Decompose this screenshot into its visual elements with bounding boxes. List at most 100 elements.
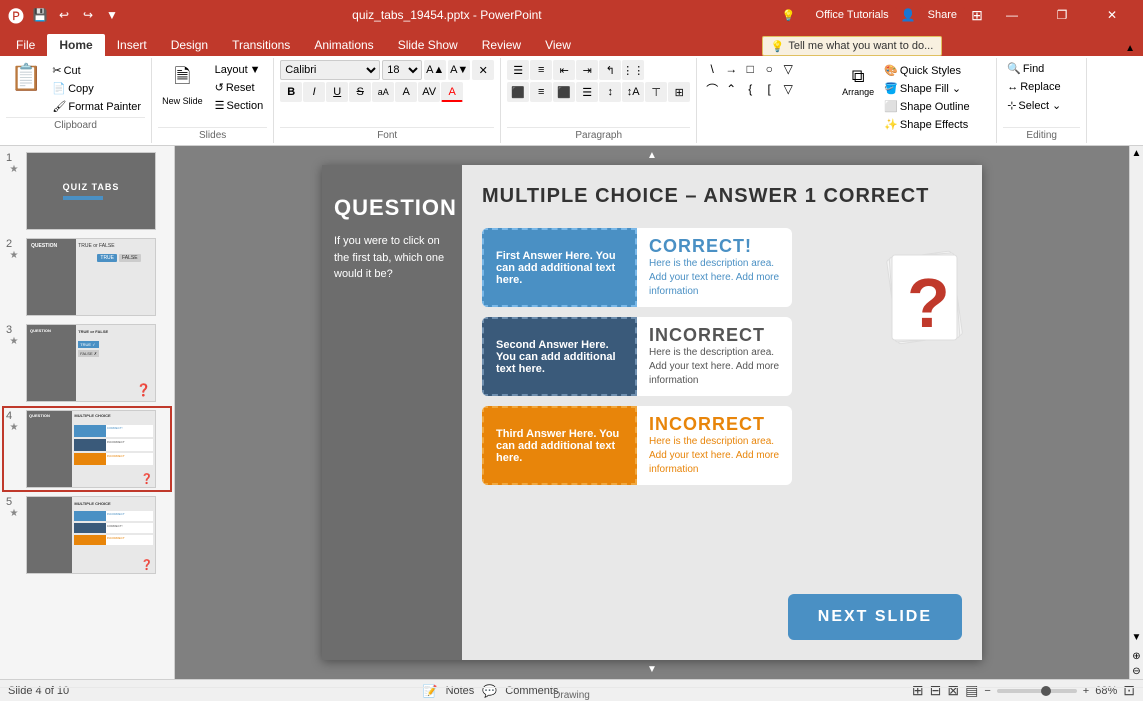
cut-button[interactable]: ✂ Cut xyxy=(48,62,145,79)
restore-button[interactable]: ❐ xyxy=(1039,0,1085,30)
zoom-slider[interactable] xyxy=(997,689,1077,693)
shape-more2-icon[interactable]: ▽ xyxy=(779,80,797,98)
align-right-button[interactable]: ⬛ xyxy=(553,82,575,102)
align-text-button[interactable]: ⊤ xyxy=(645,82,667,102)
select-button[interactable]: ⊹ Select ⌄ xyxy=(1003,97,1065,114)
bullets-button[interactable]: ☰ xyxy=(507,60,529,80)
layout-button[interactable]: Layout ▼ xyxy=(211,62,268,78)
font-size-select[interactable]: 18 xyxy=(382,60,422,80)
justify-button[interactable]: ☰ xyxy=(576,82,598,102)
shape-arrow-icon[interactable]: → xyxy=(722,60,740,78)
rtl-button[interactable]: ↰ xyxy=(599,60,621,80)
numbering-button[interactable]: ≡ xyxy=(530,60,552,80)
replace-button[interactable]: ↔ Replace xyxy=(1003,79,1065,95)
paragraph-label: Paragraph xyxy=(507,127,690,141)
redo-icon[interactable]: ↪ xyxy=(80,7,96,23)
scroll-up-icon[interactable]: ▲ xyxy=(647,150,657,161)
clear-format-button[interactable]: ✕ xyxy=(472,60,494,80)
align-center-button[interactable]: ≡ xyxy=(530,82,552,102)
shape-fill-button[interactable]: 🪣 Shape Fill ⌄ xyxy=(880,80,990,97)
find-button[interactable]: 🔍 Find xyxy=(1003,60,1065,77)
slide-right-panel: MULTIPLE CHOICE – ANSWER 1 CORRECT First… xyxy=(462,165,982,660)
smartart-button[interactable]: ⊞ xyxy=(668,82,690,102)
tab-animations[interactable]: Animations xyxy=(302,34,385,56)
arrange-button[interactable]: ⧉ Arrange xyxy=(836,62,880,101)
columns-button[interactable]: ⋮⋮ xyxy=(622,60,644,80)
scroll-down-icon[interactable]: ▼ xyxy=(647,664,657,675)
shape-outline-button[interactable]: ⬜ Shape Outline xyxy=(880,98,990,115)
tab-review[interactable]: Review xyxy=(470,34,533,56)
tab-insert[interactable]: Insert xyxy=(105,34,159,56)
bold-button[interactable]: B xyxy=(280,82,302,102)
undo-icon[interactable]: ↩ xyxy=(56,7,72,23)
tab-view[interactable]: View xyxy=(533,34,583,56)
section-button[interactable]: ☰ Section xyxy=(211,97,268,114)
quick-styles-button[interactable]: 🎨 Quick Styles xyxy=(880,62,990,79)
strikethrough-button[interactable]: S xyxy=(349,82,371,102)
indent-decrease-button[interactable]: ⇤ xyxy=(553,60,575,80)
clipboard-label: Clipboard xyxy=(6,117,145,131)
answer-row-1[interactable]: First Answer Here. You can add additiona… xyxy=(482,228,792,307)
right-scrollbar[interactable]: ▲ ▼ ⊕ ⊖ xyxy=(1129,146,1143,679)
collapse-icon[interactable]: ⊖ xyxy=(1130,664,1142,679)
shape-oval-icon[interactable]: ○ xyxy=(760,60,778,78)
indent-increase-button[interactable]: ⇥ xyxy=(576,60,598,80)
shape-curve-icon[interactable]: ⌒ xyxy=(703,80,721,98)
minimize-button[interactable]: — xyxy=(989,0,1035,30)
decrease-font-button[interactable]: A▼ xyxy=(448,60,470,80)
reset-button[interactable]: ↺ Reset xyxy=(211,79,268,96)
shape-rect-icon[interactable]: □ xyxy=(741,60,759,78)
shape-brace-icon[interactable]: { xyxy=(741,80,759,98)
customize-quick-access-icon[interactable]: ▼ xyxy=(104,7,120,23)
slide-thumb-5[interactable]: 5 ★ MULTIPLE CHOICE INCORRECT CORRECT! I… xyxy=(4,494,170,576)
answer-row-2[interactable]: Second Answer Here. You can add addition… xyxy=(482,317,792,396)
shape-more-icon[interactable]: ▽ xyxy=(779,60,797,78)
line-spacing-button[interactable]: ↕ xyxy=(599,82,621,102)
close-button[interactable]: ✕ xyxy=(1089,0,1135,30)
tab-file[interactable]: File xyxy=(4,34,47,56)
slide-thumb-1[interactable]: 1 ★ QUIZ TABS xyxy=(4,150,170,232)
italic-button[interactable]: I xyxy=(303,82,325,102)
tab-slideshow[interactable]: Slide Show xyxy=(386,34,470,56)
tab-transitions[interactable]: Transitions xyxy=(220,34,302,56)
office-tutorials-button[interactable]: Office Tutorials xyxy=(808,7,897,23)
next-slide-button[interactable]: NEXT SLIDE xyxy=(788,594,962,640)
shape-bracket-icon[interactable]: [ xyxy=(760,80,778,98)
small-caps-button[interactable]: aA xyxy=(372,82,394,102)
tell-me-button[interactable]: 💡 Tell me what you want to do... xyxy=(762,36,943,56)
shape-freeform-icon[interactable]: ⌃ xyxy=(722,80,740,98)
section-icon: ☰ xyxy=(215,99,225,112)
answer-right-3: INCORRECT Here is the description area. … xyxy=(637,406,792,485)
save-icon[interactable]: 💾 xyxy=(32,7,48,23)
title-bar-right: 💡 Office Tutorials 👤 Share ⊞ — ❐ ✕ xyxy=(774,0,1135,30)
underline-button[interactable]: U xyxy=(326,82,348,102)
expand-icon[interactable]: ⊕ xyxy=(1130,649,1142,664)
shadow-button[interactable]: A xyxy=(395,82,417,102)
text-direction-button[interactable]: ↕A xyxy=(622,82,644,102)
shape-effects-button[interactable]: ✨ Shape Effects xyxy=(880,116,990,133)
answer-row-3[interactable]: Third Answer Here. You can add additiona… xyxy=(482,406,792,485)
shape-line-icon[interactable]: \ xyxy=(703,60,721,78)
scrollbar-up-icon[interactable]: ▲ xyxy=(1130,146,1143,161)
drawing-group: \ → □ ○ ▽ ⌒ ⌃ { [ ▽ ⧉ Arrange 🎨 Q xyxy=(697,58,997,143)
window-icon[interactable]: ⊞ xyxy=(969,7,985,23)
help-button[interactable]: 💡 xyxy=(774,7,804,24)
align-left-button[interactable]: ⬛ xyxy=(507,82,529,102)
spacing-button[interactable]: AV xyxy=(418,82,440,102)
increase-font-button[interactable]: A▲ xyxy=(424,60,446,80)
ribbon-collapse-button[interactable]: ▲ xyxy=(1121,41,1139,56)
reset-icon: ↺ xyxy=(215,81,224,94)
format-painter-button[interactable]: 🖌 Format Painter xyxy=(48,98,145,115)
copy-button[interactable]: 📄 Copy xyxy=(48,80,145,97)
scrollbar-down-icon[interactable]: ▼ xyxy=(1130,630,1143,645)
slide-thumb-4[interactable]: 4 ★ QUESTION MULTIPLE CHOICE CORRECT! xyxy=(4,408,170,490)
new-slide-button[interactable]: 🗎 New Slide xyxy=(158,60,207,108)
font-name-select[interactable]: Calibri xyxy=(280,60,380,80)
paste-button[interactable]: 📋 xyxy=(6,60,46,95)
font-color-button[interactable]: A xyxy=(441,82,463,102)
slide-thumb-2[interactable]: 2 ★ QUESTION TRUE or FALSE TRUE FALSE xyxy=(4,236,170,318)
slide-thumb-3[interactable]: 3 ★ QUESTION TRUE or FALSE TRUE ✓ FALSE … xyxy=(4,322,170,404)
share-button[interactable]: Share xyxy=(920,7,965,23)
tab-home[interactable]: Home xyxy=(47,34,104,56)
tab-design[interactable]: Design xyxy=(159,34,220,56)
